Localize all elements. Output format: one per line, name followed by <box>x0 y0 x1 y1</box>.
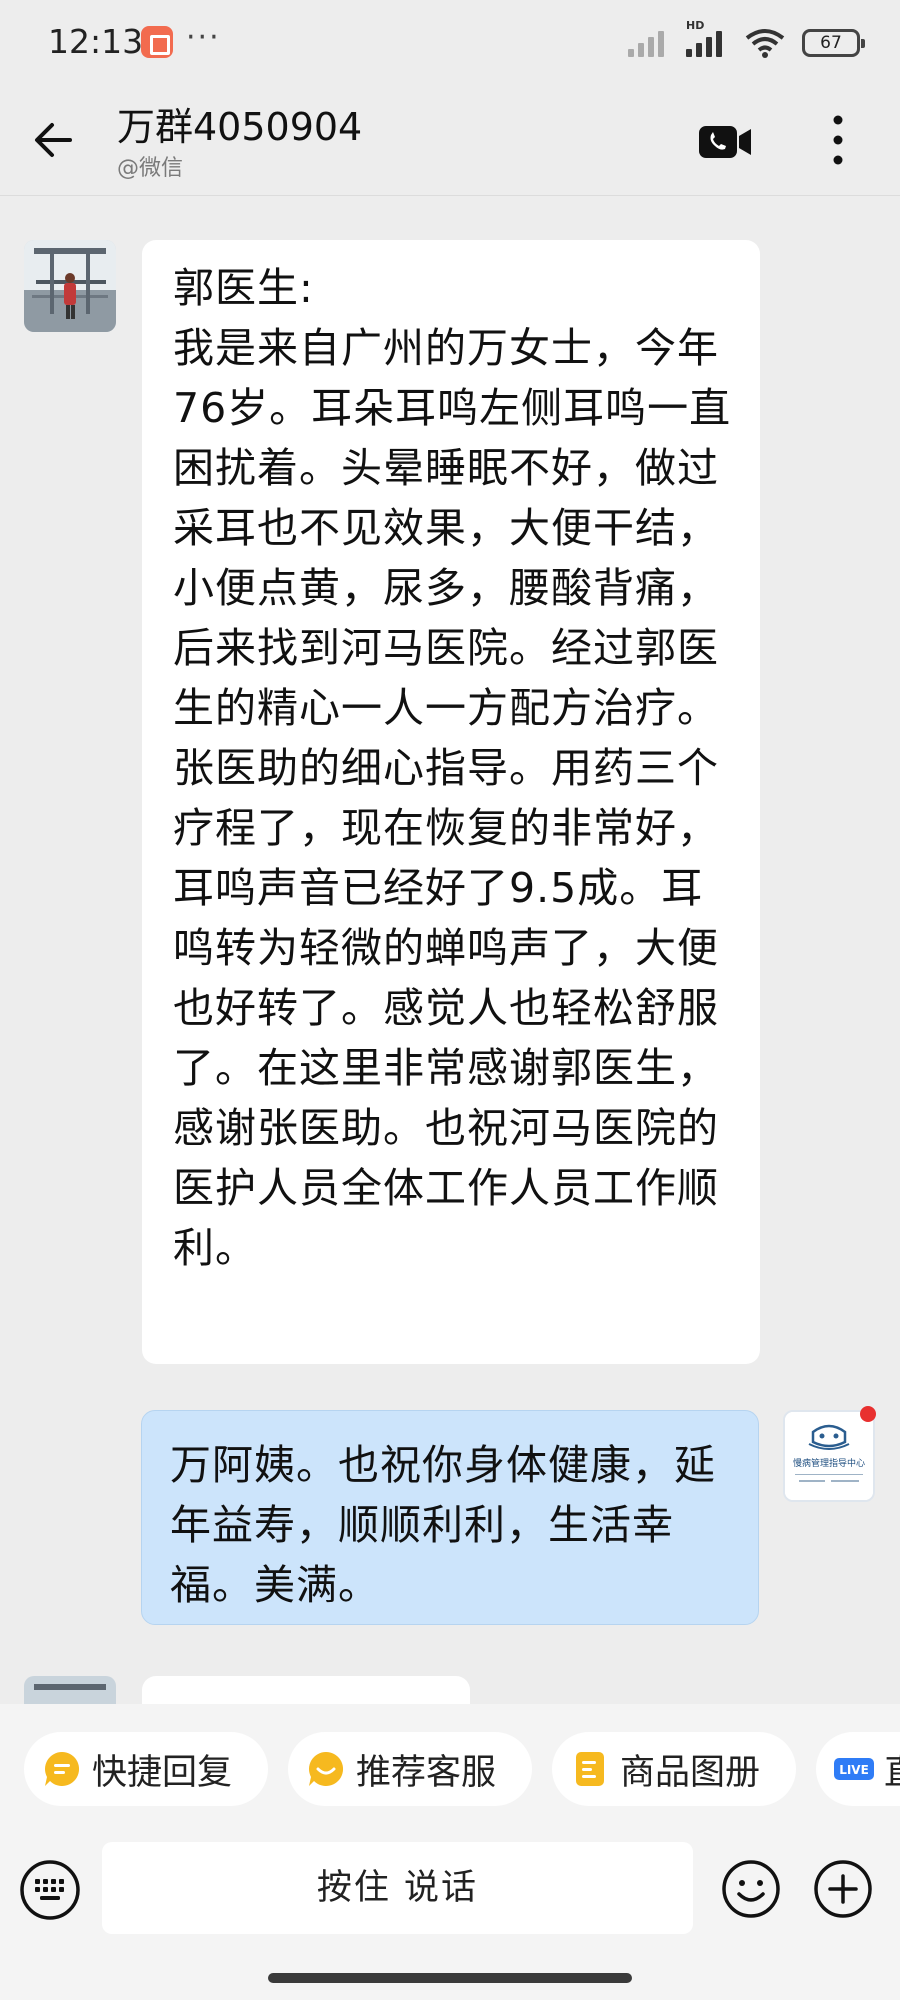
notification-app-icon <box>141 26 173 58</box>
status-more-dots: ··· <box>186 20 221 55</box>
unread-red-dot <box>860 1406 876 1422</box>
input-bar: 按住 说话 <box>0 1836 900 2000</box>
quick-reply-label: 快捷回复 <box>92 1752 233 1793</box>
product-album-label: 商品图册 <box>620 1752 761 1793</box>
live-chip[interactable]: LIVE 直 <box>816 1732 900 1806</box>
quick-reply-bar: 快捷回复 推荐客服 商品图册 LIVE 直 <box>0 1704 900 1836</box>
product-album-icon <box>576 1752 604 1786</box>
keyboard-icon[interactable] <box>18 1858 82 1922</box>
sender-avatar-photo <box>24 240 116 332</box>
quick-reply-icon <box>45 1752 80 1786</box>
signal-hd-icon: HD <box>686 19 728 57</box>
recommend-service-icon <box>309 1752 344 1786</box>
chat-title: 万群4050904 <box>117 105 363 149</box>
chat-header: 万群4050904 @微信 <box>0 86 900 196</box>
battery-icon: 67 <box>802 29 865 57</box>
product-album-chip[interactable]: 商品图册 <box>552 1732 796 1806</box>
plus-icon[interactable] <box>812 1858 874 1920</box>
sender-avatar[interactable] <box>24 240 116 332</box>
status-bar: 12:13 ··· HD 67 <box>0 0 900 86</box>
hospital-logo-text: 慢病管理指导中心 <box>793 1457 865 1469</box>
back-arrow-icon[interactable] <box>30 116 78 164</box>
live-icon: LIVE <box>834 1758 874 1780</box>
own-avatar[interactable]: 慢病管理指导中心 <box>783 1410 875 1502</box>
message-bubble-outgoing[interactable]: 万阿姨。也祝你身体健康，延年益寿，顺顺利利，生活幸福。美满。 <box>141 1410 759 1625</box>
hold-to-talk-button[interactable]: 按住 说话 <box>102 1842 693 1934</box>
live-label: 直 <box>884 1744 900 1795</box>
status-indicators: HD 67 <box>628 19 865 60</box>
message-bubble-incoming[interactable]: 郭医生: 我是来自广州的万女士，今年76岁。耳朵耳鸣左侧耳鸣一直困扰着。头晕睡眠… <box>142 240 760 1364</box>
recommend-service-label: 推荐客服 <box>356 1752 497 1793</box>
live-badge-text: LIVE <box>839 1763 869 1777</box>
video-call-icon[interactable] <box>698 124 752 160</box>
home-indicator <box>268 1973 632 1983</box>
wifi-icon <box>745 29 785 58</box>
quick-reply-chip[interactable]: 快捷回复 <box>24 1732 268 1806</box>
status-time: 12:13 <box>48 22 144 61</box>
emoji-icon[interactable] <box>720 1858 782 1920</box>
recommend-service-chip[interactable]: 推荐客服 <box>288 1732 532 1806</box>
hospital-logo-icon: 慢病管理指导中心 <box>785 1412 873 1500</box>
chat-subtitle: @微信 <box>117 156 184 181</box>
more-options-icon[interactable] <box>822 112 854 168</box>
signal-weak-icon <box>628 29 670 57</box>
